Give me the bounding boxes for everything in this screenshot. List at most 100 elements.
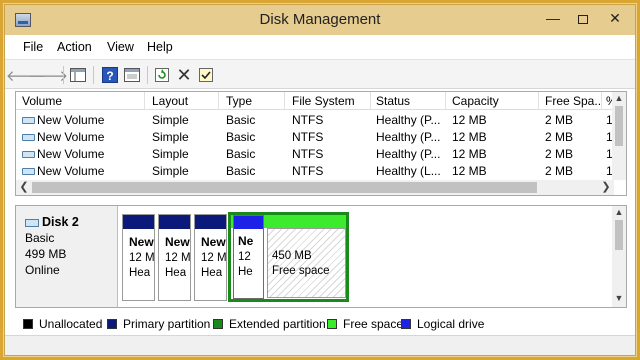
cell-text: Healthy (P... xyxy=(376,113,441,127)
free-space-region[interactable]: 450 MB Free space xyxy=(267,228,346,298)
table-cell: New Volume xyxy=(16,130,144,144)
primary-partition-bar xyxy=(123,215,154,229)
legend-swatch xyxy=(327,319,337,329)
table-row[interactable]: New Volume Simple Basic NTFS Healthy (P... 12… xyxy=(16,146,626,163)
scroll-right-icon[interactable]: ❯ xyxy=(598,180,614,195)
maximize-button[interactable] xyxy=(569,9,597,29)
logical-drive-size: 12 xyxy=(238,251,251,263)
volume-icon xyxy=(22,168,35,176)
cell-text: Simple xyxy=(152,147,189,161)
legend-label: Logical drive xyxy=(417,317,485,331)
legend-label: Primary partition xyxy=(123,317,211,331)
table-cell: 2 MB xyxy=(539,164,601,178)
menu-file[interactable]: File xyxy=(23,40,43,54)
table-cell: NTFS xyxy=(286,164,368,178)
horizontal-scrollbar[interactable]: ❮ ❯ xyxy=(16,180,614,195)
legend-free-space: Free space xyxy=(327,317,403,331)
logical-drive-bar xyxy=(234,216,263,229)
free-space-label: 450 MB Free space xyxy=(272,249,330,279)
disk-graphical-view: Disk 2 Basic 499 MB Online New 12 M Hea … xyxy=(15,205,627,308)
cell-text: 2 MB xyxy=(545,130,574,144)
column-divider xyxy=(144,92,145,110)
delete-icon[interactable]: ✕ xyxy=(175,65,193,85)
free-space-size: 450 MB xyxy=(272,250,312,262)
menu-view[interactable]: View xyxy=(107,40,134,54)
cell-text: New Volume xyxy=(37,130,105,144)
cell-text: Healthy (L... xyxy=(376,164,441,178)
table-row[interactable]: New Volume Simple Basic NTFS Healthy (L... 12… xyxy=(16,163,626,180)
disk-state: Online xyxy=(25,263,60,277)
col-file-system[interactable]: File System xyxy=(286,94,368,108)
scroll-up-icon[interactable]: ▲ xyxy=(611,92,626,104)
cell-text: 12 MB xyxy=(452,113,487,127)
table-cell: New Volume xyxy=(16,147,144,161)
table-row[interactable]: New Volume Simple Basic NTFS Healthy (P... 12… xyxy=(16,129,626,146)
cell-text: New Volume xyxy=(37,147,105,161)
table-cell: NTFS xyxy=(286,113,368,127)
cell-text: Basic xyxy=(226,130,256,144)
table-cell: 2 MB xyxy=(539,130,601,144)
table-cell: 12 MB xyxy=(446,113,538,127)
partition-status: Hea xyxy=(165,267,187,279)
primary-partition-2[interactable]: New 12 M Hea xyxy=(158,214,191,301)
vertical-scrollbar[interactable]: ▲ xyxy=(612,92,626,180)
cell-text: Simple xyxy=(152,113,189,127)
col-capacity[interactable]: Capacity xyxy=(446,94,538,108)
col-type[interactable]: Type xyxy=(220,94,282,108)
graph-scroll-thumb[interactable] xyxy=(615,220,623,250)
col-volume[interactable]: Volume xyxy=(16,94,144,108)
primary-partition-bar xyxy=(195,215,226,229)
table-row[interactable]: New Volume Simple Basic NTFS Healthy (P... 12… xyxy=(16,112,626,129)
scroll-left-icon[interactable]: ❮ xyxy=(16,180,32,195)
cell-text: 12 MB xyxy=(452,130,487,144)
primary-partition-3[interactable]: New 12 M Hea xyxy=(194,214,227,301)
table-cell: Healthy (P... xyxy=(370,130,446,144)
legend-primary-partition: Primary partition xyxy=(107,317,210,331)
table-cell: New Volume xyxy=(16,164,144,178)
cell-text: Healthy (P... xyxy=(376,147,441,161)
logical-drive-name: Ne xyxy=(238,234,254,248)
horizontal-scroll-thumb[interactable] xyxy=(32,182,537,193)
table-cell: Basic xyxy=(220,147,282,161)
forward-icon[interactable]: 🡒 xyxy=(28,66,68,85)
col-free-space[interactable]: Free Spa... xyxy=(539,94,601,108)
legend: Unallocated Primary partition Extended p… xyxy=(15,313,627,333)
col-status[interactable]: Status xyxy=(370,94,446,108)
disk-size: 499 MB xyxy=(25,247,67,261)
cell-text: 2 MB xyxy=(545,147,574,161)
console-tree-icon[interactable] xyxy=(69,66,87,84)
primary-partition-1[interactable]: New 12 M Hea xyxy=(122,214,155,301)
extended-partition[interactable]: Ne 12 He 450 MB Free space xyxy=(228,212,349,302)
vertical-scroll-thumb[interactable] xyxy=(615,106,623,146)
logical-drive[interactable]: Ne 12 He xyxy=(233,215,264,299)
svg-text:?: ? xyxy=(106,69,113,83)
table-cell: Healthy (L... xyxy=(370,164,446,178)
partition-label: New 12 M Hea xyxy=(201,235,226,281)
help-icon[interactable]: ? xyxy=(101,66,119,84)
cell-text: New Volume xyxy=(37,164,105,178)
check-icon[interactable] xyxy=(197,66,215,84)
menu-bar: File Action View Help xyxy=(5,35,635,59)
menu-action[interactable]: Action xyxy=(57,40,92,54)
cell-text: 2 MB xyxy=(545,164,574,178)
scroll-down-icon[interactable]: ▼ xyxy=(611,292,627,304)
minimize-button[interactable]: — xyxy=(539,9,567,29)
col-layout[interactable]: Layout xyxy=(146,94,218,108)
table-cell: Healthy (P... xyxy=(370,113,446,127)
cell-text: 12 MB xyxy=(452,164,487,178)
graph-vertical-scrollbar[interactable]: ▲ ▼ xyxy=(612,206,626,307)
refresh-icon[interactable] xyxy=(153,66,171,84)
close-button[interactable]: ✕ xyxy=(601,9,629,29)
title-bar[interactable]: Disk Management — ✕ xyxy=(5,5,635,35)
scroll-up-icon[interactable]: ▲ xyxy=(611,206,627,218)
legend-label: Free space xyxy=(343,317,404,331)
toolbar-separator xyxy=(147,66,148,84)
menu-help[interactable]: Help xyxy=(147,40,173,54)
legend-unallocated: Unallocated xyxy=(23,317,102,331)
cell-text: Simple xyxy=(152,164,189,178)
disk-info-panel[interactable]: Disk 2 Basic 499 MB Online xyxy=(16,206,118,307)
properties-icon[interactable] xyxy=(123,66,141,84)
table-cell: Basic xyxy=(220,130,282,144)
toolbar: 🡐 🡒 ? ✕ xyxy=(5,59,635,89)
disk-icon xyxy=(25,218,39,227)
